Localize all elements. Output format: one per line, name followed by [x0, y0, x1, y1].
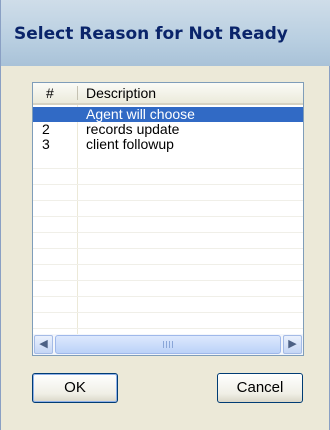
grid-line — [33, 280, 303, 281]
grid-line — [33, 296, 303, 297]
reason-list[interactable]: # Description Agent will choose 2 record… — [32, 82, 304, 356]
row-description: client followup — [86, 136, 174, 152]
scroll-thumb[interactable] — [55, 335, 281, 354]
grid-line — [33, 328, 303, 329]
grid-line — [33, 248, 303, 249]
not-ready-reason-dialog: Select Reason for Not Ready # Descriptio… — [0, 0, 330, 430]
row-number: 2 — [42, 121, 50, 137]
grid-line — [33, 184, 303, 185]
title-bar[interactable]: Select Reason for Not Ready — [1, 0, 330, 66]
scroll-right-icon[interactable]: ▶ — [283, 335, 302, 354]
grid-line — [33, 168, 303, 169]
horizontal-scrollbar[interactable]: ◀ ▶ — [33, 334, 303, 355]
list-item-1[interactable]: 2 records update — [33, 122, 303, 137]
list-item-2[interactable]: 3 client followup — [33, 137, 303, 152]
scroll-left-icon[interactable]: ◀ — [34, 335, 53, 354]
grid-line — [33, 232, 303, 233]
grid-line — [33, 264, 303, 265]
row-description: records update — [86, 121, 180, 137]
column-header-number[interactable]: # — [46, 83, 54, 103]
grid-line — [33, 200, 303, 201]
list-item-0[interactable]: Agent will choose — [33, 107, 303, 122]
row-description: Agent will choose — [86, 106, 195, 122]
ok-button[interactable]: OK — [32, 373, 118, 403]
grid-line — [33, 312, 303, 313]
grid-line — [33, 216, 303, 217]
list-header: # Description — [33, 83, 303, 105]
dialog-title: Select Reason for Not Ready — [14, 24, 288, 44]
row-number: 3 — [42, 136, 50, 152]
cancel-button[interactable]: Cancel — [217, 373, 303, 403]
column-header-description[interactable]: Description — [86, 83, 156, 103]
column-divider[interactable] — [77, 86, 78, 100]
grip-icon — [163, 341, 173, 348]
